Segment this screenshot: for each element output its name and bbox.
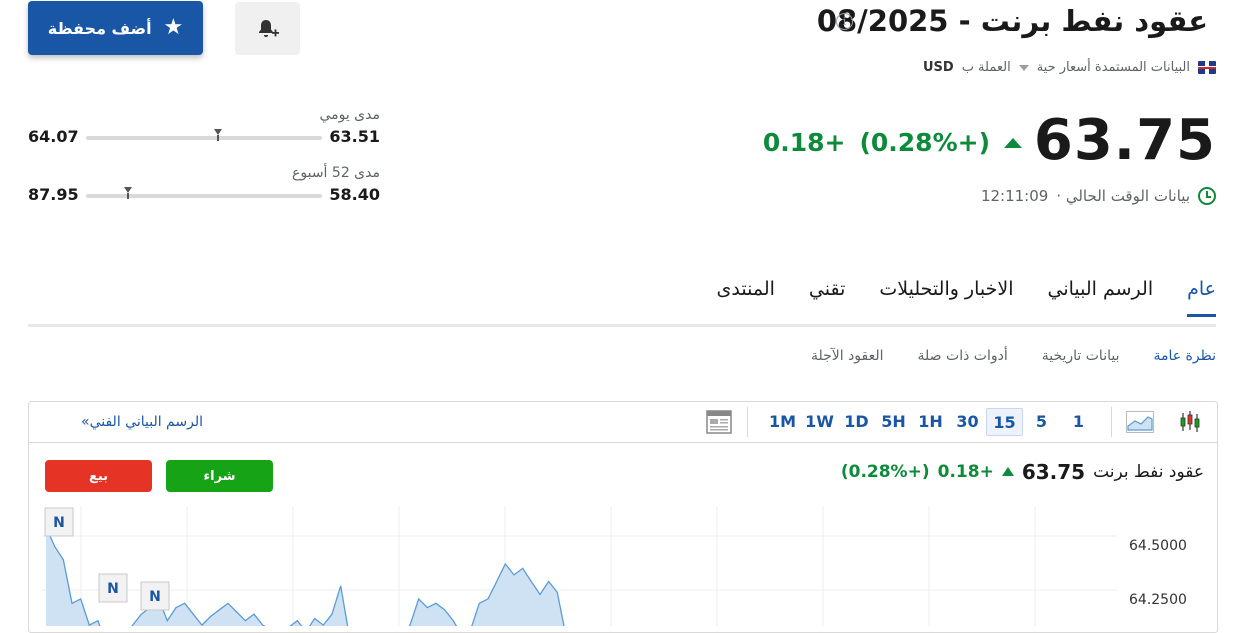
- chart-change-percent: (+0.28%): [840, 462, 930, 482]
- week52-range-low: 58.40: [329, 185, 380, 204]
- last-price: 63.75: [1033, 108, 1216, 173]
- bell-plus-icon: [258, 19, 279, 37]
- timeframe-selector: 1M 1W 1D 5H 1H 30 15 5 1: [764, 402, 1097, 442]
- tab-news-analysis[interactable]: الاخبار والتحليلات: [879, 278, 1013, 317]
- chart-price: 63.75: [1021, 460, 1086, 484]
- tab-overview[interactable]: عام: [1187, 278, 1216, 317]
- data-source: البيانات المستمدة أسعار حية: [1036, 60, 1190, 75]
- quote-time: بيانات الوقت الحالي · 12:11:09: [981, 187, 1216, 205]
- price-chart[interactable]: N N N: [41, 506, 1117, 626]
- subtab-historical-data[interactable]: بيانات تاريخية: [1042, 348, 1120, 364]
- timeframe-1d[interactable]: 1D: [838, 408, 875, 436]
- timeframe-1w[interactable]: 1W: [801, 408, 838, 436]
- daily-range-high: 64.07: [28, 127, 79, 146]
- candlestick-svg: [1180, 411, 1200, 432]
- news-marker: N: [44, 507, 74, 537]
- daily-range-bar: [86, 129, 322, 141]
- week52-range-high: 87.95: [28, 185, 79, 204]
- subtab-overview[interactable]: نظرة عامة: [1153, 348, 1216, 364]
- y-tick-label: 64.2500: [1129, 592, 1187, 608]
- timeframe-1h[interactable]: 1H: [912, 408, 949, 436]
- tab-chart[interactable]: الرسم البياني: [1048, 278, 1154, 317]
- subtab-futures[interactable]: العقود الآجلة: [811, 348, 884, 364]
- up-arrow-icon: [1004, 137, 1022, 148]
- candlestick-icon[interactable]: [1176, 409, 1204, 435]
- info-icon[interactable]: i: [836, 13, 853, 30]
- time-value: 12:11:09: [980, 187, 1049, 205]
- change-percent: (+0.28%): [859, 128, 990, 157]
- tabs-divider: [28, 324, 1216, 327]
- double-chevron-icon: »: [81, 414, 90, 430]
- chart-up-arrow-icon: [1001, 466, 1014, 476]
- clock-icon: [1198, 187, 1216, 205]
- technical-chart-link[interactable]: الرسم البياني الفني»: [75, 414, 203, 430]
- area-chart-svg: [1126, 411, 1154, 433]
- star-icon: ★: [163, 15, 184, 40]
- news-marker: N: [140, 581, 170, 611]
- caret-down-icon[interactable]: [1018, 64, 1029, 71]
- quote-meta: البيانات المستمدة أسعار حية العملة ب USD: [923, 60, 1216, 75]
- currency-label: العملة ب: [961, 60, 1011, 75]
- currency-value: USD: [922, 60, 954, 75]
- change-value: +0.18: [762, 128, 846, 157]
- chart-change: +0.18: [937, 462, 994, 482]
- subtab-related-instruments[interactable]: أدوات ذات صلة: [918, 348, 1008, 364]
- y-tick-label: 64.5000: [1129, 538, 1187, 554]
- buy-button[interactable]: شراء: [166, 460, 273, 492]
- add-alert-button[interactable]: [235, 2, 300, 55]
- layout-svg: [706, 410, 732, 434]
- news-marker: N: [98, 573, 128, 603]
- price-change: (+0.28%) +0.18: [763, 128, 1022, 157]
- timeframe-1m[interactable]: 1M: [764, 408, 801, 436]
- chart-instrument-header: عقود نفط برنت 63.75 +0.18 (+0.28%): [841, 460, 1204, 484]
- timeframe-15[interactable]: 15: [986, 408, 1023, 436]
- week52-range-label: مدى 52 أسبوع: [292, 165, 380, 181]
- main-tabs: عام الرسم البياني الاخبار والتحليلات تقن…: [717, 278, 1216, 317]
- layout-icon[interactable]: [705, 409, 733, 435]
- daily-range-low: 63.51: [329, 127, 380, 146]
- time-label: بيانات الوقت الحالي ·: [1056, 187, 1190, 205]
- uk-flag-icon: [1198, 61, 1216, 74]
- chart-instrument-name: عقود نفط برنت: [1093, 462, 1204, 482]
- timeframe-5h[interactable]: 5H: [875, 408, 912, 436]
- week52-range-bar: [86, 187, 322, 199]
- area-chart-icon[interactable]: [1126, 409, 1154, 435]
- technical-chart-label: الرسم البياني الفني: [89, 414, 203, 430]
- news-marker-label: N: [107, 581, 119, 597]
- chart-widget: الرسم البياني الفني» 1M 1W 1D 5H 1H 30 1…: [28, 401, 1218, 633]
- toolbar-separator: [747, 407, 748, 437]
- sell-button[interactable]: بيع: [45, 460, 152, 492]
- tab-forum[interactable]: المنتدى: [717, 278, 775, 317]
- sub-tabs: نظرة عامة بيانات تاريخية أدوات ذات صلة ا…: [811, 348, 1216, 364]
- timeframe-5[interactable]: 5: [1023, 408, 1060, 436]
- timeframe-1[interactable]: 1: [1060, 408, 1097, 436]
- tab-technical[interactable]: تقني: [809, 278, 845, 317]
- news-marker-label: N: [149, 589, 161, 605]
- page-title: عقود نفط برنت - 08/2025: [816, 4, 1208, 38]
- chart-toolbar: الرسم البياني الفني» 1M 1W 1D 5H 1H 30 1…: [29, 402, 1217, 443]
- daily-range-label: مدى يومي: [319, 107, 380, 123]
- week52-range-marker: [124, 187, 133, 199]
- add-portfolio-label: أضف محفظة: [47, 18, 152, 38]
- timeframe-30[interactable]: 30: [949, 408, 986, 436]
- add-portfolio-button[interactable]: ★ أضف محفظة: [28, 1, 203, 55]
- daily-range: مدى يومي 63.51 64.07: [28, 107, 380, 147]
- daily-range-marker: [214, 129, 223, 141]
- toolbar-separator: [1111, 407, 1112, 437]
- week52-range: مدى 52 أسبوع 58.40 87.95: [28, 165, 380, 205]
- news-marker-label: N: [53, 515, 65, 531]
